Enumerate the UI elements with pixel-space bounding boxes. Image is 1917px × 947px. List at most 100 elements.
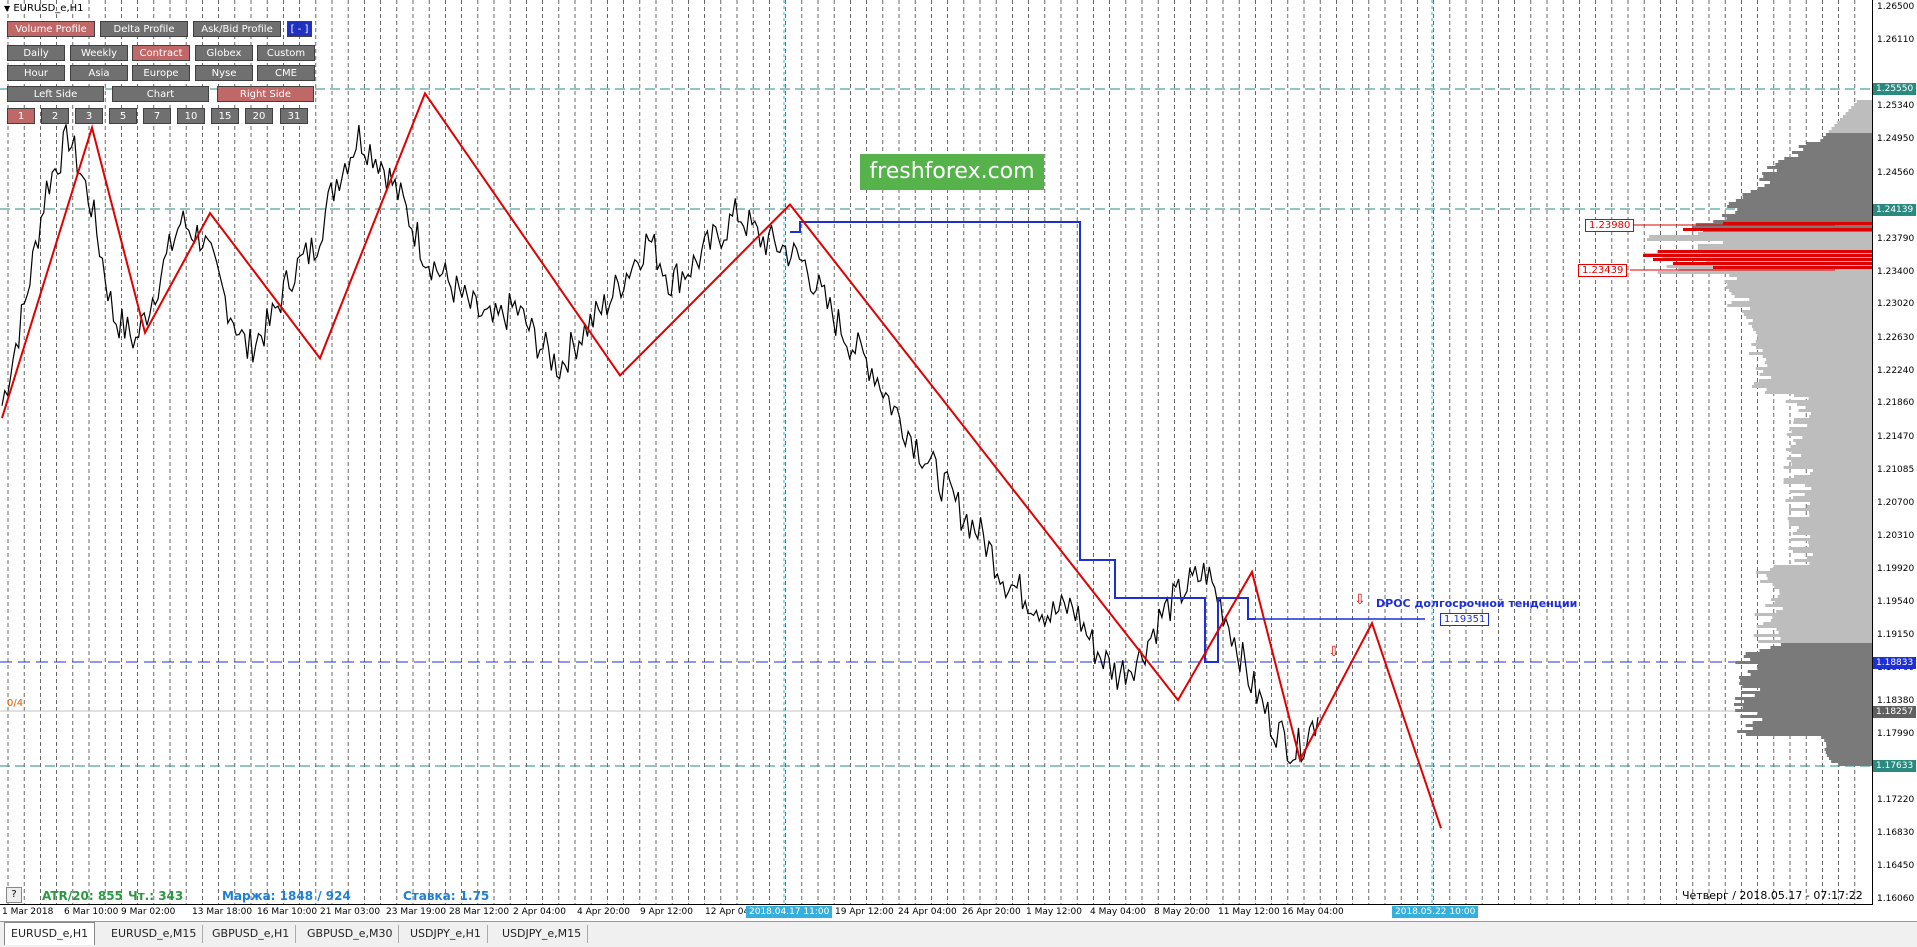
volume-bar	[1760, 580, 1872, 583]
cme-button[interactable]: CME	[257, 65, 315, 81]
price-level-badge: 1.25550	[1873, 83, 1917, 95]
volume-bar	[1750, 673, 1872, 676]
price-level-badge: 1.18257	[1873, 706, 1917, 718]
volume-bar	[1752, 721, 1872, 724]
tab-eurusd-m15[interactable]: EURUSD_e,M15	[105, 925, 204, 943]
price-tick-label: 1.21860	[1877, 398, 1915, 408]
volume-bar	[1790, 445, 1872, 448]
volume-bar	[1826, 742, 1872, 745]
volume-bar	[1812, 469, 1872, 472]
volume-bar	[1796, 529, 1872, 532]
chevron-down-icon[interactable]: ▼	[4, 4, 10, 13]
dpoc-price-label: 1.19351	[1440, 613, 1490, 626]
volume-bar	[1779, 592, 1872, 595]
time-tick-label: 23 Mar 19:00	[386, 907, 447, 917]
period-button-7[interactable]: 7	[143, 108, 171, 124]
period-button-31[interactable]: 31	[280, 108, 308, 124]
period-button-2[interactable]: 2	[41, 108, 69, 124]
right-side-button[interactable]: Right Side	[217, 86, 314, 102]
period-button-1[interactable]: 1	[7, 108, 35, 124]
time-tick-label: 21 Mar 03:00	[320, 907, 381, 917]
volume-bar	[1794, 394, 1872, 397]
price-axis[interactable]: 1.26500 1.26110 1.25340 1.24950 1.24560 1.237…	[1873, 0, 1917, 905]
volume-bar	[1737, 730, 1872, 733]
volume-bar	[1767, 364, 1872, 367]
volume-bar	[1772, 583, 1872, 586]
volume-bar	[1742, 196, 1872, 199]
volume-bar-high	[1673, 262, 1872, 265]
volume-bar	[1808, 541, 1872, 544]
volume-profile-button[interactable]: Volume Profile	[7, 21, 95, 37]
volume-bar	[1754, 613, 1872, 616]
nyse-button[interactable]: Nyse	[195, 65, 253, 81]
tab-gbpusd-m30[interactable]: GBPUSD_e,M30	[301, 925, 400, 943]
help-button[interactable]: ?	[6, 887, 22, 903]
contract-button[interactable]: Contract	[132, 45, 190, 61]
volume-bar	[1742, 685, 1872, 688]
volume-bar	[1809, 514, 1872, 517]
volume-bar	[1828, 757, 1872, 760]
volume-bar	[1740, 679, 1872, 682]
volume-bar	[1745, 724, 1872, 727]
globex-button[interactable]: Globex	[195, 45, 253, 61]
tab-usdjpy-h1[interactable]: USDJPY_e,H1	[404, 925, 488, 943]
volume-bar	[1769, 181, 1872, 184]
volume-bar	[1793, 421, 1872, 424]
volume-bar	[1775, 163, 1872, 166]
price-tick-label: 1.22630	[1877, 333, 1915, 343]
price-chart[interactable]: ⇩ ⇩	[0, 0, 1873, 905]
rate-stat: Ставка: 1.75	[403, 889, 490, 903]
volume-bar	[1742, 193, 1872, 196]
volume-bar	[1837, 121, 1872, 124]
delta-profile-button[interactable]: Delta Profile	[100, 21, 188, 37]
volume-bar	[1757, 334, 1872, 337]
chart-button[interactable]: Chart	[112, 86, 209, 102]
volume-bar	[1765, 604, 1872, 607]
price-tick-label: 1.25340	[1877, 101, 1915, 111]
volume-bar	[1757, 337, 1872, 340]
daily-button[interactable]: Daily	[7, 45, 65, 61]
ask-bid-profile-button[interactable]: Ask/Bid Profile	[193, 21, 281, 37]
volume-bar	[1757, 664, 1872, 667]
left-side-button[interactable]: Left Side	[7, 86, 104, 102]
volume-bar	[1745, 652, 1872, 655]
period-button-3[interactable]: 3	[75, 108, 103, 124]
volume-bar	[1649, 235, 1872, 238]
price-tick-label: 1.18380	[1877, 696, 1915, 706]
asia-button[interactable]: Asia	[70, 65, 128, 81]
volume-bar	[1742, 310, 1872, 313]
time-tick-label: 16 May 04:00	[1282, 907, 1344, 917]
volume-bar	[1750, 190, 1872, 193]
volume-bar-high	[1643, 254, 1872, 257]
price-tick-label: 1.16830	[1877, 828, 1915, 838]
period-button-5[interactable]: 5	[109, 108, 137, 124]
collapse-panel-button[interactable]: [ - ]	[287, 21, 312, 37]
weekly-button[interactable]: Weekly	[70, 45, 128, 61]
chart-area[interactable]: ⇩ ⇩ freshforex.com ▼ EURUSD_e,H1 Volume …	[0, 0, 1873, 905]
period-button-10[interactable]: 10	[177, 108, 205, 124]
time-highlight-badge: 2018.04.17 11:00	[746, 906, 833, 918]
chart-tab-bar: EURUSD_e,H1 EURUSD_e,M15 GBPUSD_e,H1 GBP…	[0, 921, 1917, 947]
hour-button[interactable]: Hour	[7, 65, 65, 81]
period-button-15[interactable]: 15	[211, 108, 239, 124]
volume-bar	[1728, 202, 1872, 205]
volume-bar	[1745, 733, 1872, 736]
volume-bar	[1804, 493, 1872, 496]
volume-bar	[1785, 400, 1872, 403]
custom-button[interactable]: Custom	[257, 45, 315, 61]
tab-eurusd-h1[interactable]: EURUSD_e,H1	[4, 922, 96, 945]
volume-bar	[1823, 136, 1872, 139]
price-tick-label: 1.23400	[1877, 267, 1915, 277]
tab-usdjpy-m15[interactable]: USDJPY_e,M15	[496, 925, 589, 943]
period-button-20[interactable]: 20	[245, 108, 273, 124]
volume-bar	[1757, 712, 1872, 715]
volume-bar-high	[1653, 258, 1872, 261]
time-axis[interactable]: 1 Mar 2018 6 Mar 10:00 9 Mar 02:00 13 Mar 1…	[0, 905, 1873, 921]
volume-bar	[1722, 241, 1872, 244]
volume-bar	[1771, 376, 1872, 379]
europe-button[interactable]: Europe	[132, 65, 190, 81]
time-tick-label: 26 Apr 20:00	[962, 907, 1021, 917]
volume-bar	[1791, 151, 1872, 154]
volume-bar	[1762, 349, 1872, 352]
tab-gbpusd-h1[interactable]: GBPUSD_e,H1	[206, 925, 297, 943]
